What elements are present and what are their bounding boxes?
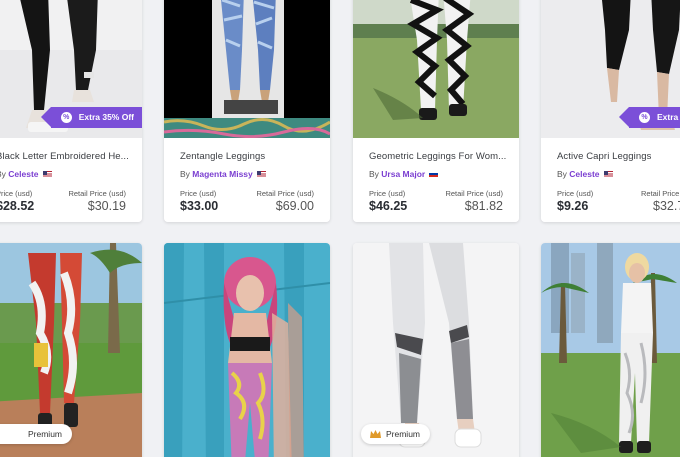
product-card[interactable]: Zentangle Leggings By Magenta Missy Pric… [164,0,330,222]
product-card[interactable]: Premium [0,243,142,457]
price-label: Price (usd) [0,189,33,198]
retail-price-label: Retail Price (usd) [256,189,314,198]
product-card[interactable]: % Extra 35% Off Active Capri Leggings By… [541,0,680,222]
product-image[interactable]: Premium [0,243,142,457]
product-card[interactable] [164,243,330,457]
product-card[interactable]: Premium [353,243,519,457]
discount-badge: % Extra 35% Off [618,107,680,128]
product-photo [164,0,330,138]
seller-link[interactable]: Celeste [8,169,38,179]
product-seller: By Magenta Missy [180,169,266,179]
product-seller: By Celeste [557,169,613,179]
crown-icon [370,430,381,438]
product-image[interactable]: Premium [353,243,519,457]
retail-price-label: Retail Price (usd) [68,189,126,198]
discount-badge: % Extra 35% Off [40,107,142,128]
product-title[interactable]: Geometric Leggings For Wom... [369,151,506,162]
product-info: Geometric Leggings For Wom... By Ursa Ma… [353,138,519,222]
premium-badge-label: Premium [386,429,421,439]
premium-badge: Premium [361,424,431,444]
product-image[interactable]: % Extra 35% Off [541,0,680,138]
percent-icon: % [639,112,650,123]
product-info: Active Capri Leggings By Celeste Price (… [541,138,680,222]
product-title[interactable]: Zentangle Leggings [180,151,265,162]
price-label: Price (usd) [180,189,217,198]
product-card[interactable] [541,243,680,457]
price-label: Price (usd) [369,189,406,198]
product-seller: By Celeste [0,169,52,179]
product-photo [164,243,330,457]
price-value: $46.25 [369,199,408,213]
retail-price-value: $30.19 [87,199,126,213]
ru-flag-icon [429,171,439,177]
product-photo [541,243,680,457]
seller-link[interactable]: Celeste [569,169,599,179]
product-image[interactable] [164,243,330,457]
us-flag-icon [603,171,613,177]
price-label: Price (usd) [557,189,594,198]
price-value: $9.26 [557,199,589,213]
seller-link[interactable]: Ursa Major [381,169,425,179]
product-image[interactable] [164,0,330,138]
premium-badge-label: Premium [28,429,63,439]
product-card[interactable]: % Extra 35% Off Black Letter Embroidered… [0,0,142,222]
product-info: Black Letter Embroidered He... By Celest… [0,138,142,222]
product-card[interactable]: Geometric Leggings For Wom... By Ursa Ma… [353,0,519,222]
retail-price-label: Retail Price (usd) [445,189,503,198]
retail-price-value: $81.82 [464,199,503,213]
retail-price-value: $32.7 [653,199,680,213]
percent-icon: % [60,112,72,123]
product-image[interactable] [353,0,519,138]
retail-price-label: Retail Price (usd) [641,189,680,198]
price-value: $33.00 [180,199,219,213]
product-image[interactable] [541,243,680,457]
product-seller: By Ursa Major [369,169,439,179]
price-value: $28.52 [0,199,35,213]
product-photo [353,0,519,138]
us-flag-icon [256,171,266,177]
seller-link[interactable]: Magenta Missy [192,169,252,179]
discount-badge-label: Extra 35% Off [78,112,134,122]
product-title[interactable]: Black Letter Embroidered He... [0,151,129,162]
premium-badge: Premium [0,424,73,444]
product-title[interactable]: Active Capri Leggings [557,151,652,162]
product-image[interactable]: % Extra 35% Off [0,0,142,138]
discount-badge-label: Extra 35% Off [657,112,680,122]
us-flag-icon [42,171,52,177]
retail-price-value: $69.00 [275,199,314,213]
product-info: Zentangle Leggings By Magenta Missy Pric… [164,138,330,222]
